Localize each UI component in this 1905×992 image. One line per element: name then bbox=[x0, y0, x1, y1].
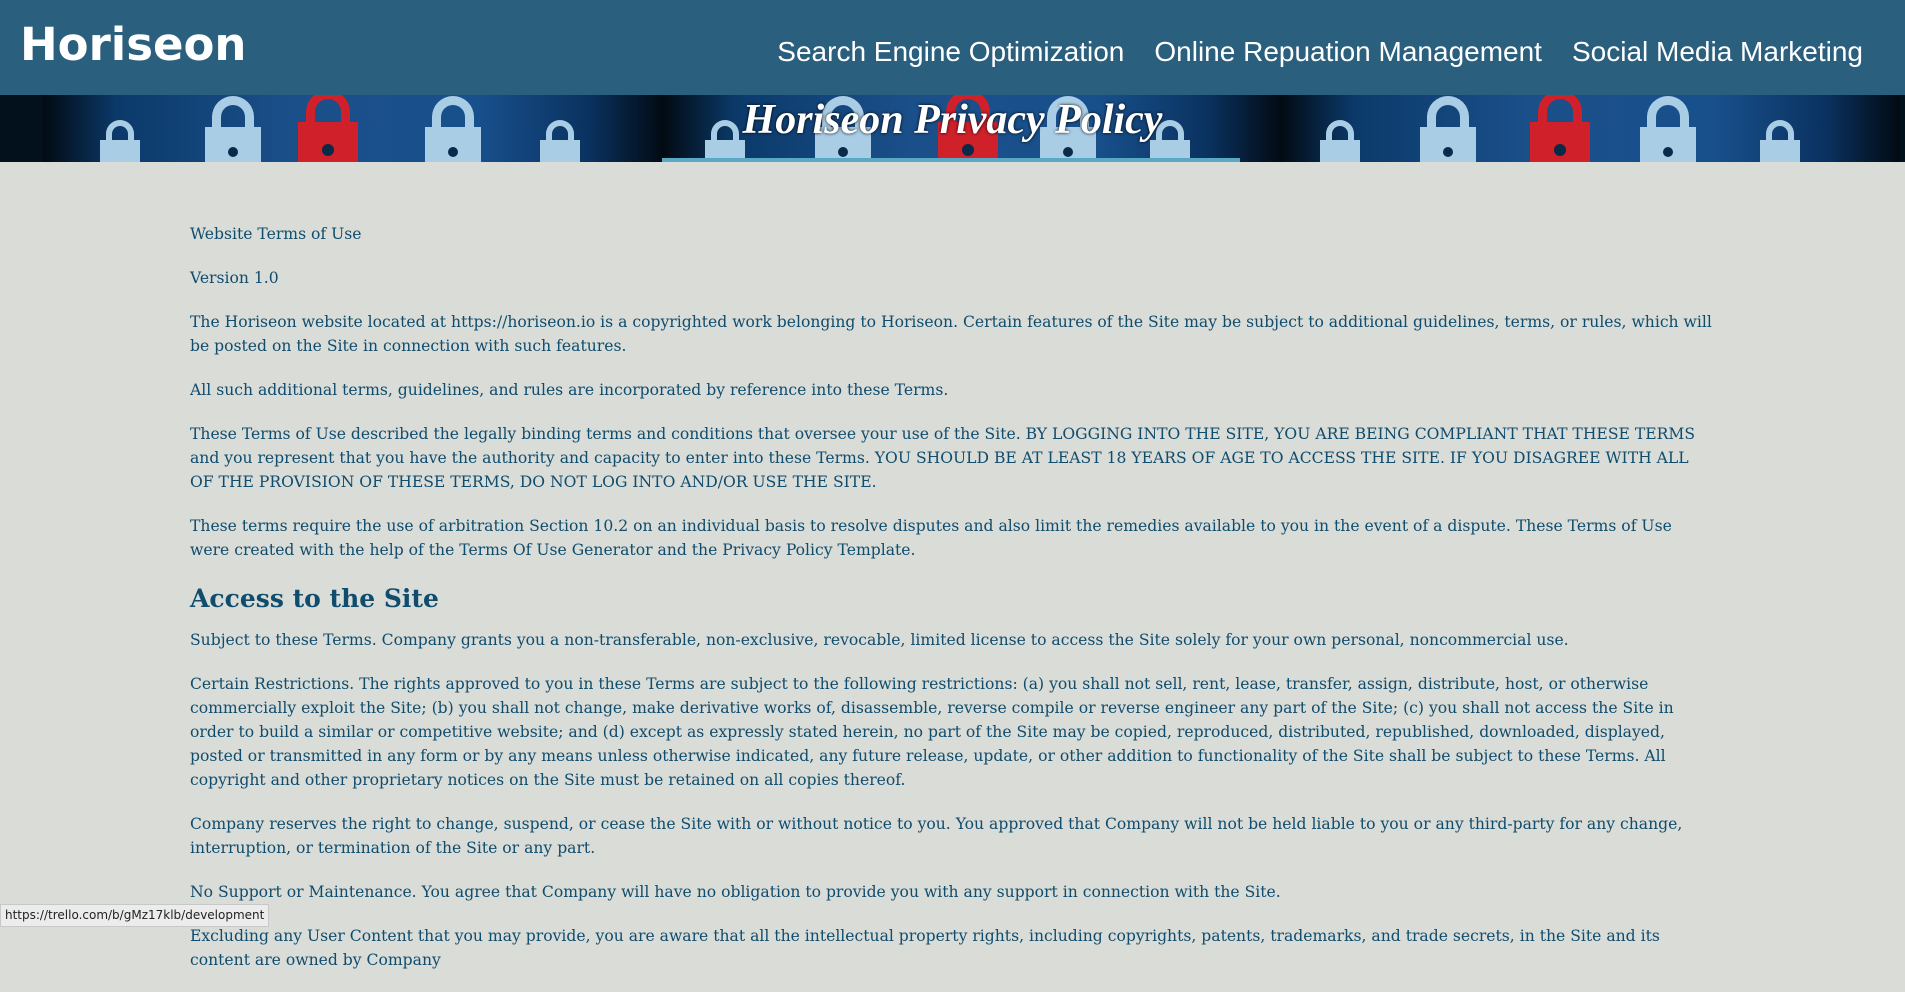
banner-accent-stripe bbox=[662, 158, 1240, 162]
paragraph: Excluding any User Content that you may … bbox=[190, 927, 1660, 969]
paragraph: These terms require the use of arbitrati… bbox=[190, 517, 1672, 559]
site-logo[interactable]: Horiseon bbox=[20, 18, 246, 71]
page-title: Horiseon Privacy Policy bbox=[742, 97, 1163, 143]
paragraph: These Terms of Use described the legally… bbox=[190, 425, 1696, 491]
browser-status-bar: https://trello.com/b/gMz17klb/developmen… bbox=[0, 904, 270, 927]
nav-link-reputation-management[interactable]: Online Repuation Management bbox=[1154, 36, 1542, 68]
terms-content: Website Terms of Use Version 1.0 The Hor… bbox=[190, 222, 1715, 992]
doc-version: Version 1.0 bbox=[190, 269, 279, 287]
paragraph: Certain Restrictions. The rights approve… bbox=[190, 675, 1674, 789]
paragraph: Subject to these Terms. Company grants y… bbox=[190, 631, 1569, 649]
paragraph: No Support or Maintenance. You agree tha… bbox=[190, 883, 1281, 901]
paragraph: The Horiseon website located at https://… bbox=[190, 313, 1712, 355]
main-nav: Search Engine Optimization Online Repuat… bbox=[777, 36, 1863, 68]
paragraph: Company reserves the right to change, su… bbox=[190, 815, 1683, 857]
paragraph: All such additional terms, guidelines, a… bbox=[190, 381, 949, 399]
nav-link-social-media-marketing[interactable]: Social Media Marketing bbox=[1572, 36, 1863, 68]
site-header: Horiseon Search Engine Optimization Onli… bbox=[0, 0, 1905, 95]
nav-link-seo[interactable]: Search Engine Optimization bbox=[777, 36, 1124, 68]
doc-title: Website Terms of Use bbox=[190, 225, 362, 243]
section-heading: Access to the Site bbox=[190, 584, 439, 613]
